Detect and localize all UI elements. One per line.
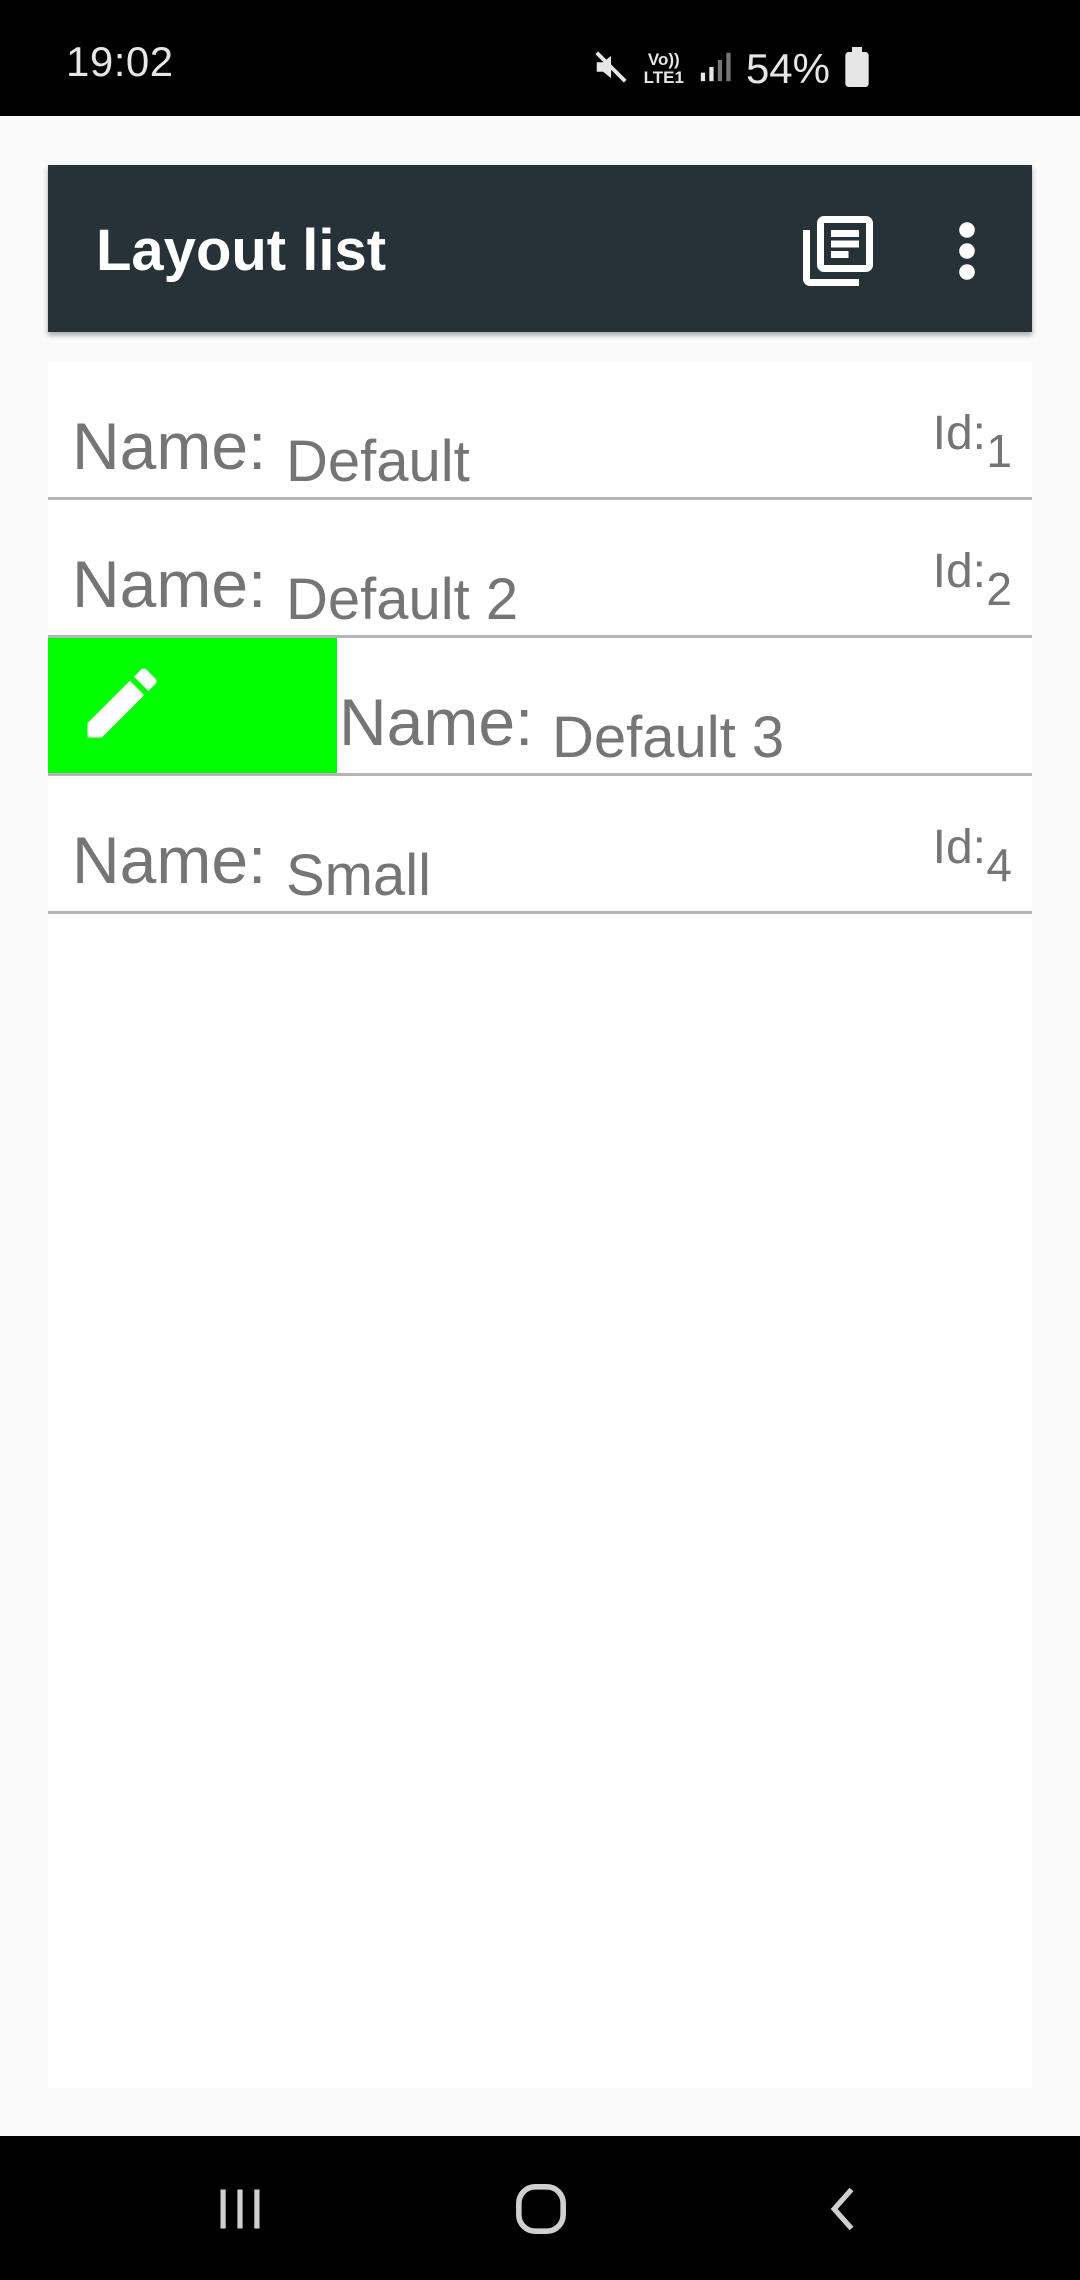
signal-icon — [698, 50, 732, 89]
mute-icon — [592, 48, 630, 91]
battery-percent: 54% — [745, 45, 830, 92]
list-item[interactable]: Name: Default Id: 1 — [48, 362, 1032, 500]
name-value: Default — [286, 429, 470, 494]
name-value: Default 3 — [552, 705, 785, 770]
id-label: Id: — [932, 407, 986, 460]
name-label: Name: — [339, 685, 534, 759]
edit-swipe-action[interactable] — [48, 638, 337, 773]
status-time: 19:02 — [66, 38, 174, 85]
home-button[interactable] — [506, 2176, 576, 2246]
overflow-menu-button[interactable] — [919, 205, 1015, 301]
name-label: Name: — [72, 547, 267, 621]
status-bar: 19:02 Vo)) LTE1 54% — [0, 0, 1080, 116]
back-button[interactable] — [810, 2176, 880, 2246]
page-title: Layout list — [96, 218, 387, 283]
nav-bar — [0, 2136, 1080, 2280]
list-item[interactable]: Name: Default 2 Id: 2 — [48, 500, 1032, 638]
id-label: Id: — [932, 821, 986, 874]
recents-icon — [214, 2183, 266, 2240]
edit-icon — [76, 657, 168, 754]
list-item[interactable]: Name: Small Id: 4 — [48, 776, 1032, 914]
name-value: Small — [286, 843, 432, 908]
name-label: Name: — [72, 823, 267, 897]
name-value: Default 2 — [286, 567, 519, 632]
id-value: 1 — [986, 425, 1012, 477]
list-item-swiped[interactable]: Name: Default 3 — [48, 638, 1032, 776]
network-type: Vo)) LTE1 — [643, 50, 684, 87]
battery-icon — [844, 46, 870, 92]
id-value: 2 — [986, 563, 1012, 615]
more-vert-icon — [957, 221, 977, 286]
layout-list: Name: Default Id: 1 Name: Default 2 Id: … — [48, 362, 1032, 2088]
recents-button[interactable] — [205, 2176, 275, 2246]
id-label: Id: — [932, 545, 986, 598]
back-icon — [819, 2183, 871, 2240]
status-icons: Vo)) LTE1 54% — [592, 44, 870, 94]
layout-list-button[interactable] — [790, 205, 886, 301]
name-label: Name: — [72, 409, 267, 483]
app-bar: Layout list — [48, 165, 1032, 332]
layout-list-icon — [796, 209, 880, 298]
id-value: 4 — [986, 839, 1012, 891]
home-icon — [513, 2181, 569, 2242]
